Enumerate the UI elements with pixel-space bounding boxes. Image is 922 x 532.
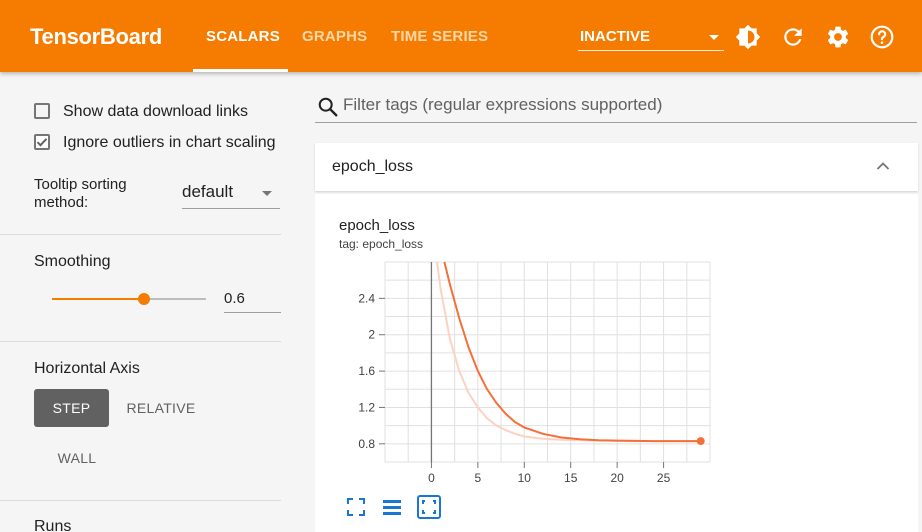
run-state-value: INACTIVE — [580, 28, 651, 45]
x-tick-label: 5 — [475, 471, 482, 485]
check-icon — [36, 138, 48, 147]
y-tick-label: 0.8 — [358, 437, 375, 451]
run-state-dropdown[interactable]: INACTIVE — [578, 22, 724, 51]
checkbox-checked[interactable] — [34, 134, 50, 150]
horizontal-axis-label: Horizontal Axis — [34, 360, 140, 377]
chevron-down-icon — [709, 35, 719, 40]
checkbox-box[interactable] — [34, 103, 50, 119]
last-point-marker — [696, 437, 705, 446]
tag-group-title: epoch_loss — [332, 158, 413, 175]
x-tick-label: 0 — [428, 471, 435, 485]
tooltip-sorting-dropdown[interactable]: default — [182, 182, 280, 209]
x-tick-label: 20 — [610, 471, 624, 485]
fit-domain-icon[interactable] — [417, 495, 441, 519]
top-app-bar: TensorBoard SCALARS GRAPHS TIME SERIES I… — [0, 0, 922, 72]
help-icon[interactable] — [869, 24, 895, 50]
loss-chart[interactable]: 0.8 1.2 1.6 2 2.4 0 5 10 15 20 25 — [315, 194, 725, 494]
filter-tags-input[interactable]: Filter tags (regular expressions support… — [315, 90, 917, 123]
x-tick-label: 25 — [657, 471, 671, 485]
tooltip-sorting-label: Tooltip sorting method: — [34, 176, 127, 211]
checkbox-label: Ignore outliers in chart scaling — [63, 134, 276, 151]
refresh-icon[interactable] — [780, 24, 806, 50]
section-divider — [0, 341, 281, 342]
tab-scalars[interactable]: SCALARS — [206, 28, 280, 45]
smoothing-slider[interactable] — [52, 298, 206, 300]
chevron-down-icon — [262, 191, 272, 196]
axis-step-button[interactable]: STEP — [34, 389, 109, 427]
search-icon — [318, 97, 338, 117]
x-tick-label: 15 — [564, 471, 578, 485]
section-divider — [0, 500, 281, 501]
smoothing-label: Smoothing — [34, 253, 111, 270]
raw-series-line — [436, 261, 701, 443]
y-tick-label: 2 — [368, 328, 375, 342]
y-tick-label: 2.4 — [358, 291, 375, 305]
toggle-log-scale-icon[interactable] — [381, 496, 403, 518]
ignore-outliers-checkbox[interactable]: Ignore outliers in chart scaling — [34, 134, 282, 154]
tab-time-series[interactable]: TIME SERIES — [391, 28, 488, 45]
chevron-up-icon[interactable] — [876, 159, 890, 173]
settings-sidebar: Show data download links Ignore outliers… — [0, 72, 282, 532]
runs-label: Runs — [34, 518, 72, 532]
axis-wall-button[interactable]: WALL — [40, 439, 114, 477]
tab-graphs[interactable]: GRAPHS — [302, 28, 367, 45]
tooltip-sorting-value: default — [182, 182, 234, 201]
checkbox-label: Show data download links — [63, 103, 249, 120]
smoothing-input[interactable]: 0.6 — [224, 288, 281, 313]
filter-placeholder: Filter tags (regular expressions support… — [343, 95, 663, 114]
axis-relative-button[interactable]: RELATIVE — [122, 389, 200, 427]
y-tick-label: 1.6 — [358, 364, 375, 378]
scalar-card: epoch_loss tag: epoch_loss 0.8 1.2 1.6 2 2.4… — [315, 194, 918, 532]
smoothing-slider-thumb[interactable] — [138, 293, 151, 305]
fullscreen-icon[interactable] — [345, 496, 367, 518]
x-tick-label: 10 — [518, 471, 532, 485]
brightness-icon[interactable] — [735, 24, 761, 50]
app-brand[interactable]: TensorBoard — [30, 24, 162, 50]
settings-icon[interactable] — [825, 24, 851, 50]
tag-group-header[interactable]: epoch_loss — [315, 143, 918, 191]
section-divider — [0, 234, 281, 235]
slider-fill — [52, 298, 145, 300]
smoothing-value: 0.6 — [224, 290, 245, 307]
y-tick-label: 1.2 — [358, 400, 375, 414]
